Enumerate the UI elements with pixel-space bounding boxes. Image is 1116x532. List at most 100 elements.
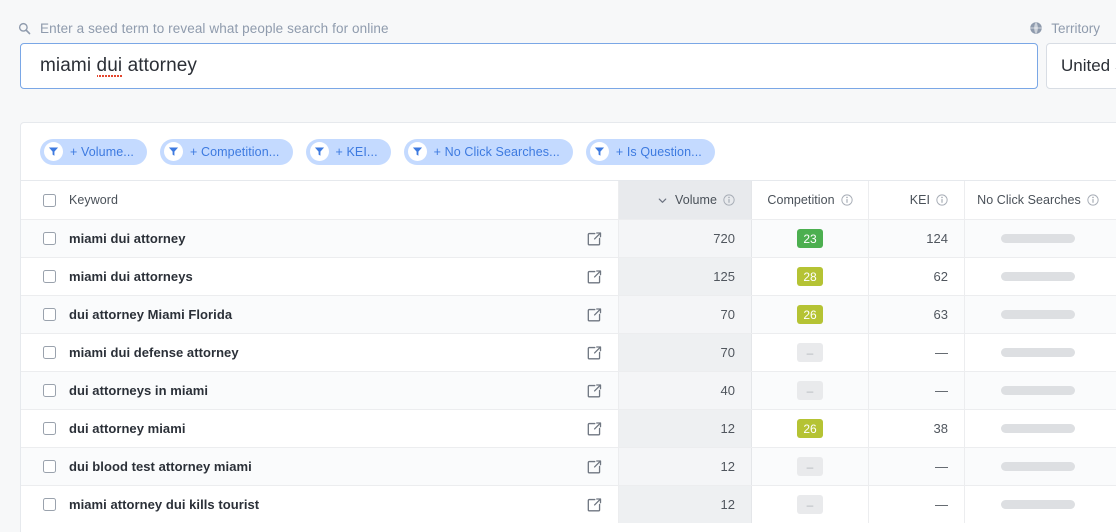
table-row[interactable]: dui attorney Miami Florida 70 26 63 — [21, 295, 1116, 333]
row-checkbox[interactable] — [43, 308, 56, 321]
external-link-icon[interactable] — [587, 459, 602, 474]
external-link-icon[interactable] — [587, 421, 602, 436]
info-icon[interactable] — [723, 194, 735, 206]
kei-value: — — [935, 459, 948, 474]
funnel-icon-wrap — [407, 142, 427, 161]
filter-chip-no-click-searches[interactable]: + No Click Searches... — [403, 138, 573, 165]
no-click-bar-track — [1001, 272, 1075, 281]
volume-value: 12 — [720, 497, 735, 512]
row-checkbox[interactable] — [43, 270, 56, 283]
table-row[interactable]: miami dui attorney 720 23 124 — [21, 219, 1116, 257]
column-header-no-click-label: No Click Searches — [977, 193, 1081, 207]
competition-badge: 26 — [797, 305, 823, 324]
column-header-competition-label: Competition — [767, 193, 835, 207]
cell-volume: 720 — [619, 220, 752, 257]
external-link-icon[interactable] — [587, 345, 602, 360]
column-header-no-click-group: No Click Searches — [977, 193, 1099, 207]
table-row[interactable]: dui blood test attorney miami 12 – — — [21, 447, 1116, 485]
filter-chip-label: + Volume... — [70, 144, 134, 159]
cell-competition: 28 — [752, 258, 869, 295]
external-link-icon[interactable] — [587, 269, 602, 284]
cell-competition: – — [752, 448, 869, 485]
cell-no-click-searches — [965, 296, 1116, 333]
keyword-text: dui attorney Miami Florida — [69, 307, 233, 322]
competition-badge: 23 — [797, 229, 823, 248]
row-checkbox[interactable] — [43, 460, 56, 473]
cell-kei: — — [869, 486, 965, 523]
kei-value: 124 — [926, 231, 948, 246]
table-row[interactable]: dui attorneys in miami 40 – — — [21, 371, 1116, 409]
filter-chip-competition[interactable]: + Competition... — [160, 138, 293, 165]
kei-value: — — [935, 497, 948, 512]
filter-chip-label: + KEI... — [335, 144, 378, 159]
territory-label-group: Territory — [1029, 19, 1100, 37]
seed-term-part-before: miami — [40, 55, 97, 76]
seed-term-misspelled-word: dui — [96, 55, 123, 78]
cell-volume: 12 — [619, 486, 752, 523]
cell-no-click-searches — [965, 220, 1116, 257]
seed-term-value: miami dui attorney — [21, 55, 197, 78]
cell-volume: 12 — [619, 448, 752, 485]
column-header-keyword: Keyword — [21, 181, 619, 219]
column-header-competition-group: Competition — [767, 193, 853, 207]
column-header-kei[interactable]: KEI — [869, 181, 965, 219]
filter-chip-volume[interactable]: + Volume... — [40, 138, 147, 165]
cell-no-click-searches — [965, 372, 1116, 409]
table-row[interactable]: miami dui defense attorney 70 – — — [21, 333, 1116, 371]
external-link-icon[interactable] — [587, 307, 602, 322]
competition-badge-empty: – — [797, 343, 823, 362]
column-header-no-click-searches[interactable]: No Click Searches — [965, 181, 1116, 219]
external-link-icon[interactable] — [587, 383, 602, 398]
search-icon — [18, 22, 31, 34]
row-checkbox[interactable] — [43, 346, 56, 359]
no-click-bar-track — [1001, 310, 1075, 319]
filter-chip-label: + Is Question... — [615, 144, 702, 159]
cell-keyword: dui attorney miami — [21, 410, 619, 447]
info-icon[interactable] — [936, 194, 948, 206]
seed-hint: Enter a seed term to reveal what people … — [18, 19, 389, 37]
cell-keyword: miami dui attorneys — [21, 258, 619, 295]
row-checkbox[interactable] — [43, 422, 56, 435]
cell-volume: 12 — [619, 410, 752, 447]
filter-chip-label: + No Click Searches... — [433, 144, 560, 159]
cell-competition: – — [752, 372, 869, 409]
cell-kei: — — [869, 448, 965, 485]
info-icon[interactable] — [1087, 194, 1099, 206]
funnel-icon — [594, 147, 604, 156]
no-click-bar-track — [1001, 386, 1075, 395]
competition-badge-empty: – — [797, 381, 823, 400]
row-checkbox[interactable] — [43, 498, 56, 511]
seed-term-input[interactable]: miami dui attorney — [20, 43, 1038, 89]
table-row[interactable]: dui attorney miami 12 26 38 — [21, 409, 1116, 447]
column-header-keyword-label: Keyword — [69, 193, 118, 207]
filter-chip-is-question[interactable]: + Is Question... — [585, 138, 715, 165]
cell-keyword: dui blood test attorney miami — [21, 448, 619, 485]
column-header-volume[interactable]: Volume — [619, 181, 752, 219]
results-card: + Volume... + Competition... + KEI... + … — [20, 122, 1116, 532]
row-checkbox[interactable] — [43, 232, 56, 245]
row-checkbox[interactable] — [43, 384, 56, 397]
cell-no-click-searches — [965, 410, 1116, 447]
cell-keyword: miami dui defense attorney — [21, 334, 619, 371]
volume-value: 70 — [720, 307, 735, 322]
column-header-volume-label: Volume — [675, 193, 717, 207]
info-icon[interactable] — [841, 194, 853, 206]
table-row[interactable]: miami dui attorneys 125 28 62 — [21, 257, 1116, 295]
table-row[interactable]: miami attorney dui kills tourist 12 – — — [21, 485, 1116, 523]
column-header-competition[interactable]: Competition — [752, 181, 869, 219]
cell-volume: 70 — [619, 296, 752, 333]
column-header-kei-group: KEI — [910, 193, 948, 207]
keyword-research-page: Enter a seed term to reveal what people … — [0, 0, 1116, 532]
column-header-kei-label: KEI — [909, 193, 930, 207]
cell-kei: 63 — [869, 296, 965, 333]
external-link-icon[interactable] — [587, 497, 602, 512]
search-header: Enter a seed term to reveal what people … — [0, 0, 1116, 104]
kei-value: — — [935, 345, 948, 360]
volume-value: 70 — [720, 345, 735, 360]
external-link-icon[interactable] — [587, 231, 602, 246]
cell-volume: 40 — [619, 372, 752, 409]
filter-chip-kei[interactable]: + KEI... — [305, 138, 391, 165]
territory-select[interactable]: United States — [1046, 43, 1116, 89]
select-all-checkbox[interactable] — [43, 193, 56, 207]
kei-value: 63 — [933, 307, 948, 322]
